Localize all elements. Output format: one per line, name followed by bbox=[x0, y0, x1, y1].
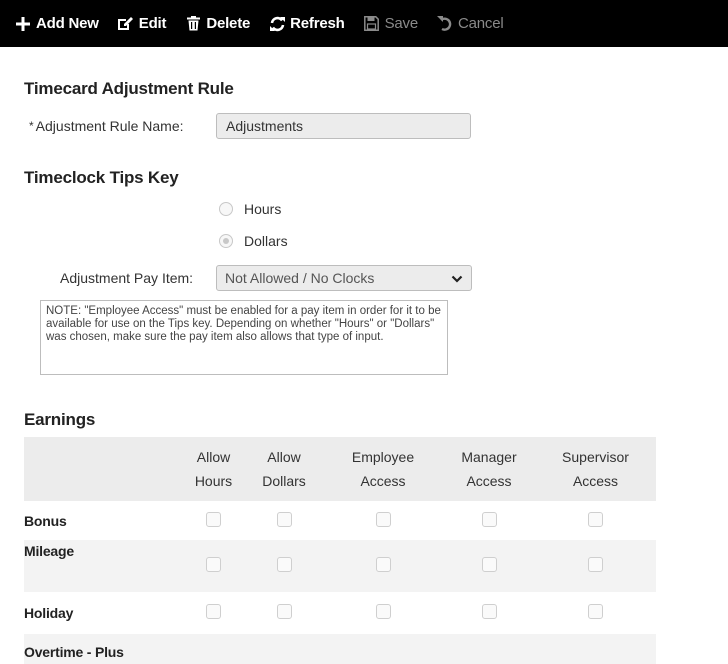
delete-label: Delete bbox=[206, 15, 251, 32]
checkbox-mileage-allow-dollars[interactable] bbox=[276, 557, 292, 572]
chevron-down-icon bbox=[451, 270, 463, 286]
rule-name-label: Adjustment Rule Name: bbox=[35, 118, 184, 134]
earnings-heading: Earnings bbox=[24, 410, 96, 429]
checkbox-mileage-allow-hours[interactable] bbox=[206, 557, 221, 572]
checkbox-bonus-employee-access[interactable] bbox=[375, 511, 391, 527]
earnings-header-row: Allow Hours Allow Dollars Employee Access M… bbox=[24, 437, 656, 501]
header-supervisor-access: Supervisor Access bbox=[535, 437, 656, 501]
required-marker: * bbox=[29, 119, 34, 133]
checkbox-bonus-manager-access[interactable] bbox=[481, 511, 497, 527]
checkbox-mileage-manager-access[interactable] bbox=[481, 557, 497, 572]
rule-name-input[interactable] bbox=[216, 113, 471, 139]
checkbox-holiday-supervisor-access[interactable] bbox=[588, 604, 603, 619]
row-label-overtime-plus: Overtime - Plus bbox=[24, 634, 182, 664]
add-new-button[interactable]: Add New bbox=[14, 15, 99, 33]
row-label-bonus: Bonus bbox=[24, 512, 67, 529]
pay-item-select[interactable]: Not Allowed / No Clocks bbox=[216, 265, 472, 291]
header-employee-access: Employee Access bbox=[323, 437, 443, 501]
edit-label: Edit bbox=[138, 15, 167, 32]
pay-item-label: Adjustment Pay Item: bbox=[60, 270, 194, 286]
table-row: Mileage bbox=[24, 540, 656, 592]
header-allow-hours: Allow Hours bbox=[182, 437, 245, 501]
radio-dollars[interactable] bbox=[219, 234, 233, 248]
edit-button[interactable]: Edit bbox=[117, 15, 167, 33]
add-new-label: Add New bbox=[36, 15, 99, 32]
save-icon bbox=[363, 15, 381, 33]
header-allow-dollars: Allow Dollars bbox=[245, 437, 323, 501]
cancel-label: Cancel bbox=[458, 15, 504, 32]
cancel-button[interactable]: Cancel bbox=[436, 15, 504, 33]
radio-dollars-row[interactable]: Dollars bbox=[219, 233, 288, 249]
checkbox-holiday-allow-dollars[interactable] bbox=[276, 604, 292, 619]
refresh-button[interactable]: Refresh bbox=[268, 15, 345, 33]
tips-note: NOTE: "Employee Access" must be enabled … bbox=[40, 300, 448, 375]
header-blank bbox=[24, 437, 182, 501]
header-manager-access: Manager Access bbox=[443, 437, 535, 501]
checkbox-mileage-supervisor-access[interactable] bbox=[588, 557, 603, 572]
checkbox-holiday-manager-access[interactable] bbox=[481, 604, 497, 619]
edit-icon bbox=[117, 15, 135, 33]
trash-icon bbox=[184, 15, 202, 33]
table-row: Bonus bbox=[24, 501, 656, 540]
rule-name-label-wrap: * Adjustment Rule Name: bbox=[29, 118, 184, 134]
checkbox-bonus-allow-hours[interactable] bbox=[206, 511, 221, 527]
checkbox-mileage-employee-access[interactable] bbox=[375, 557, 391, 572]
row-label-holiday: Holiday bbox=[24, 605, 74, 621]
rule-heading: Timecard Adjustment Rule bbox=[24, 79, 234, 98]
tips-heading: Timeclock Tips Key bbox=[24, 168, 179, 187]
checkbox-bonus-allow-dollars[interactable] bbox=[276, 511, 292, 527]
save-button[interactable]: Save bbox=[363, 15, 418, 33]
save-label: Save bbox=[384, 15, 419, 32]
pay-item-value: Not Allowed / No Clocks bbox=[225, 270, 375, 286]
checkbox-bonus-supervisor-access[interactable] bbox=[588, 511, 603, 527]
refresh-icon bbox=[268, 15, 286, 33]
delete-button[interactable]: Delete bbox=[184, 15, 250, 33]
checkbox-holiday-employee-access[interactable] bbox=[375, 604, 391, 619]
earnings-table: Allow Hours Allow Dollars Employee Access M… bbox=[24, 437, 656, 664]
radio-dollars-label: Dollars bbox=[244, 233, 288, 249]
undo-icon bbox=[436, 15, 454, 33]
table-row: Holiday bbox=[24, 592, 656, 634]
checkbox-holiday-allow-hours[interactable] bbox=[206, 604, 221, 619]
radio-hours[interactable] bbox=[219, 202, 233, 216]
radio-hours-row[interactable]: Hours bbox=[219, 201, 281, 217]
table-row: Overtime - Plus bbox=[24, 634, 656, 664]
toolbar: Add New Edit Delete Refresh Save Cancel bbox=[0, 0, 728, 47]
radio-hours-label: Hours bbox=[244, 201, 282, 217]
row-label-mileage: Mileage bbox=[24, 540, 182, 592]
refresh-label: Refresh bbox=[290, 15, 345, 32]
plus-icon bbox=[14, 15, 32, 33]
